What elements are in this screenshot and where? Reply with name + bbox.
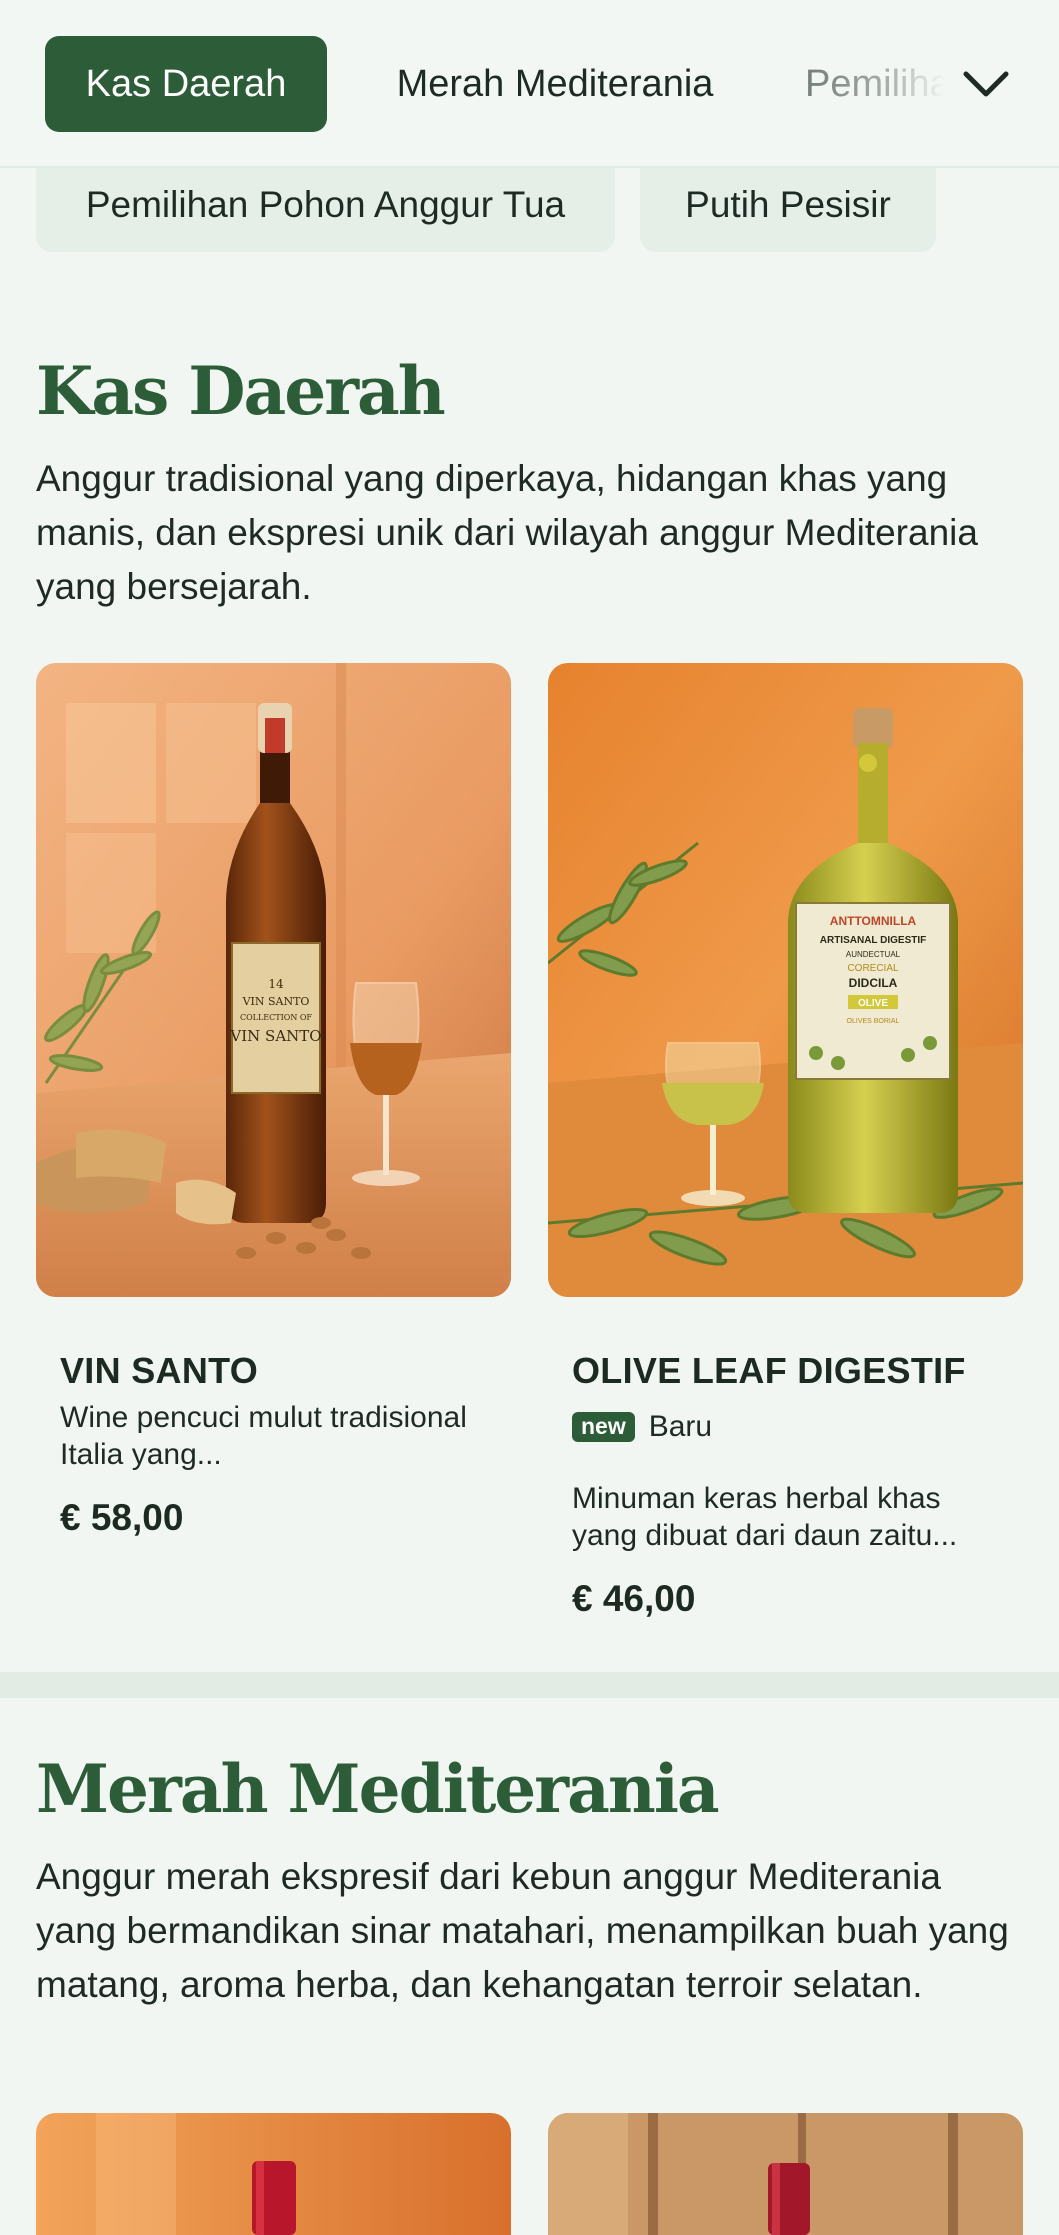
- new-badge-label: Baru: [648, 1410, 713, 1443]
- section-description: Anggur merah ekspresif dari kebun anggur…: [36, 1856, 1009, 2005]
- product-image-vin-santo[interactable]: 14 VIN SANTO COLLECTION OF VIN SANTO: [36, 663, 511, 1297]
- product-image-red-wine-1[interactable]: [36, 2113, 511, 2235]
- section-divider: [0, 1672, 1059, 1698]
- section-description: Anggur tradisional yang diperkaya, hidan…: [36, 458, 978, 607]
- section-title-kas-daerah: Kas Daerah: [36, 352, 446, 430]
- tab-pemilihan[interactable]: Pemilihan: [805, 36, 945, 132]
- label-text: VIN SANTO: [229, 1027, 321, 1045]
- label-text: DIDCILA: [849, 976, 898, 990]
- new-badge-row: new Baru: [572, 1410, 712, 1444]
- new-badge: new: [572, 1412, 635, 1442]
- product-price: € 46,00: [572, 1578, 696, 1619]
- product-description: Wine pencuci mulut tradisional Italia ya…: [60, 1401, 467, 1471]
- label-text: OLIVES BORIAL: [847, 1018, 900, 1025]
- label-text: OLIVE: [858, 998, 888, 1009]
- tab-merah-mediterania[interactable]: Merah Mediterania: [360, 36, 750, 132]
- label-text: ANTTOMNILLA: [830, 914, 917, 928]
- product-description: Minuman keras herbal khas yang dibuat da…: [572, 1482, 958, 1552]
- label-text: 14: [268, 977, 284, 991]
- product-price: € 58,00: [60, 1497, 184, 1538]
- product-name-olive-leaf-digestif[interactable]: OLIVE LEAF DIGESTIF: [572, 1350, 966, 1392]
- label-text: CORECIAL: [847, 963, 899, 974]
- section-title-merah-mediterania: Merah Mediterania: [36, 1750, 720, 1828]
- label-text: COLLECTION OF: [240, 1013, 312, 1022]
- product-image-red-wine-2[interactable]: [548, 2113, 1023, 2235]
- category-nav: Kas Daerah Merah Mediterania Pemilihan: [0, 0, 1059, 168]
- label-text: VIN SANTO: [242, 995, 310, 1008]
- label-text: ARTISANAL DIGESTIF: [820, 935, 926, 946]
- label-text: AUNDECTUAL: [846, 950, 901, 959]
- tab-kas-daerah[interactable]: Kas Daerah: [45, 36, 327, 132]
- product-name-vin-santo[interactable]: VIN SANTO: [60, 1350, 258, 1392]
- chevron-down-icon[interactable]: [958, 56, 1014, 112]
- product-image-olive-leaf-digestif[interactable]: ANTTOMNILLA ARTISANAL DIGESTIF AUNDECTUA…: [548, 663, 1023, 1297]
